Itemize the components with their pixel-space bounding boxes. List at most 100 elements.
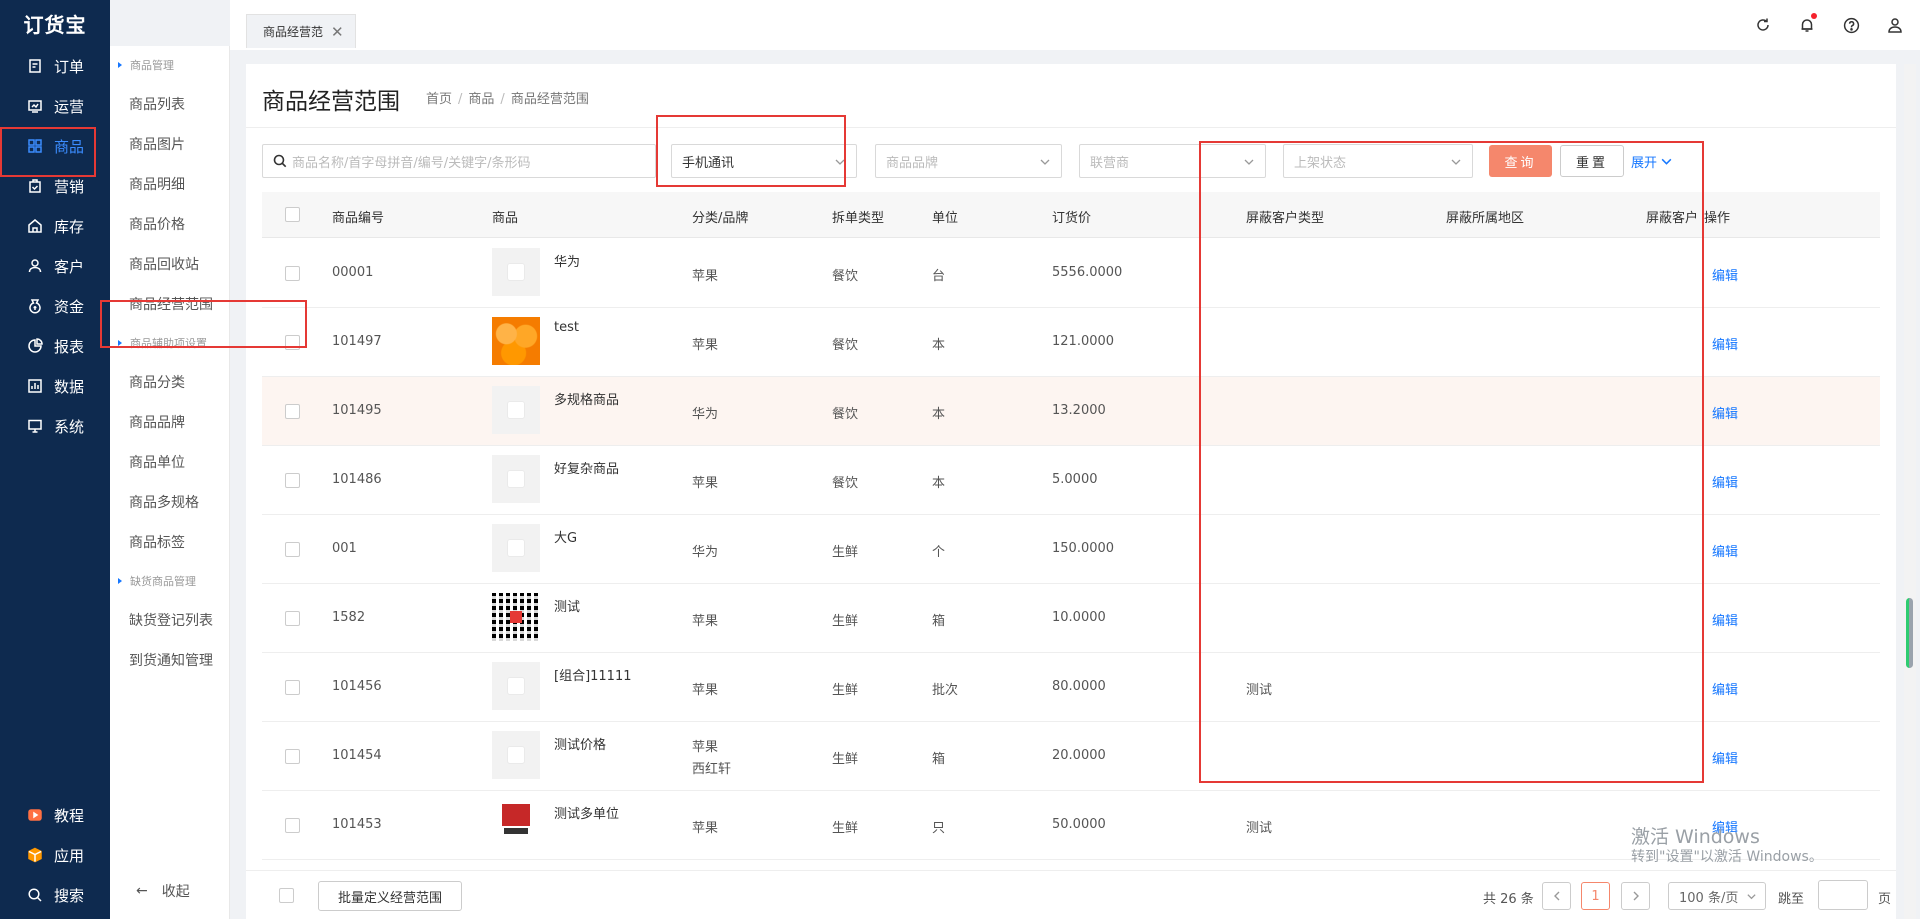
order-price: 13.2000 (1052, 403, 1106, 418)
order-price: 121.0000 (1052, 334, 1115, 349)
supplier-select[interactable]: 联营商 (1079, 144, 1266, 178)
batch-define-scope-button[interactable]: 批量定义经营范围 (318, 881, 462, 911)
page-size-value: 100 条/页 (1679, 890, 1739, 906)
user-account-icon[interactable] (1884, 14, 1906, 36)
order-price: 5556.0000 (1052, 265, 1123, 280)
page-1-button[interactable]: 1 (1581, 882, 1610, 910)
brand-select[interactable]: 商品品牌 (875, 144, 1062, 178)
submenu-item[interactable]: 商品明细 (110, 164, 229, 204)
nav-item-label: 订单 (54, 57, 85, 76)
edit-link[interactable]: 编辑 (1712, 679, 1738, 698)
submenu-item[interactable]: 商品列表 (110, 84, 229, 124)
submenu-item[interactable]: 商品多规格 (110, 482, 229, 522)
split-type: 餐饮 (832, 407, 859, 422)
status-select-placeholder: 上架状态 (1294, 155, 1347, 171)
submenu-item[interactable]: 商品图片 (110, 124, 229, 164)
submenu-item[interactable]: 商品分类 (110, 362, 229, 402)
nav-item-bottom-2[interactable]: 搜索 (0, 875, 110, 915)
category-select[interactable]: 手机通讯 (671, 144, 857, 178)
footer-select-all-checkbox[interactable] (279, 888, 294, 903)
unit: 本 (932, 407, 946, 422)
nav-item-6[interactable]: 资金 (0, 286, 110, 326)
bell-icon[interactable] (1796, 13, 1818, 36)
col-header-block-customer: 屏蔽客户 (1646, 211, 1699, 226)
nav-item-4[interactable]: 库存 (0, 206, 110, 246)
submenu-item[interactable]: 商品品牌 (110, 402, 229, 442)
expand-label: 展开 (1631, 156, 1658, 171)
help-icon[interactable] (1840, 14, 1862, 36)
breadcrumb-product[interactable]: 商品 (468, 92, 494, 107)
collapse-button[interactable]: ← 收起 (136, 881, 190, 901)
nav-item-7[interactable]: 报表 (0, 326, 110, 366)
tab-product-scope[interactable]: 商品经营范 ✕ (246, 14, 356, 48)
search-placeholder: 商品名称/首字母拼音/编号/关键字/条形码 (292, 155, 531, 171)
breadcrumb: 首页 / 商品 / 商品经营范围 (426, 92, 589, 107)
edit-link[interactable]: 编辑 (1712, 472, 1738, 491)
jump-page-input[interactable] (1818, 880, 1868, 910)
chevron-down-icon (1661, 158, 1672, 165)
expand-button[interactable]: 展开 (1631, 152, 1673, 171)
submenu-item[interactable]: 到货通知管理 (110, 640, 229, 680)
nav-item-5[interactable]: 客户 (0, 246, 110, 286)
col-header-category-brand: 分类/品牌 (692, 211, 749, 226)
submenu-item[interactable]: 缺货登记列表 (110, 600, 229, 640)
product-name: test (554, 320, 579, 335)
submenu-item[interactable]: 商品经营范围 (110, 284, 229, 324)
nav-item-1[interactable]: 运营 (0, 86, 110, 126)
edit-link[interactable]: 编辑 (1712, 748, 1738, 767)
product-code: 101454 (332, 748, 382, 763)
row-checkbox[interactable] (285, 611, 300, 626)
submenu-item[interactable]: 商品标签 (110, 522, 229, 562)
col-header-split-type: 拆单类型 (832, 211, 885, 226)
order-price: 5.0000 (1052, 472, 1098, 487)
edit-link[interactable]: 编辑 (1712, 265, 1738, 284)
nav-item-8[interactable]: 数据 (0, 366, 110, 406)
nav-item-3[interactable]: 营销 (0, 166, 110, 206)
product-code: 101495 (332, 403, 382, 418)
row-checkbox[interactable] (285, 749, 300, 764)
prev-page-button[interactable] (1542, 882, 1571, 910)
split-type: 餐饮 (832, 269, 859, 284)
breadcrumb-home[interactable]: 首页 (426, 92, 452, 107)
edit-link[interactable]: 编辑 (1712, 403, 1738, 422)
tab-close-icon[interactable]: ✕ (331, 23, 344, 41)
search-input[interactable]: 商品名称/首字母拼音/编号/关键字/条形码 (262, 144, 656, 178)
col-header-code: 商品编号 (332, 211, 385, 226)
reset-button[interactable]: 重置 (1560, 145, 1624, 177)
submenu-item[interactable]: 商品回收站 (110, 244, 229, 284)
nav-item-bottom-0[interactable]: 教程 (0, 795, 110, 835)
submenu-item[interactable]: 商品价格 (110, 204, 229, 244)
submenu-item[interactable]: 商品单位 (110, 442, 229, 482)
collapse-arrow-icon: ← (136, 883, 148, 899)
row-checkbox[interactable] (285, 266, 300, 281)
nav-item-label: 商品 (54, 137, 85, 156)
product-brand: 苹果 (692, 338, 719, 353)
product-thumbnail (492, 455, 540, 503)
query-button[interactable]: 查询 (1489, 145, 1552, 177)
page-scrollbar[interactable] (1904, 64, 1916, 919)
nav-item-bottom-1[interactable]: 应用 (0, 835, 110, 875)
row-checkbox[interactable] (285, 818, 300, 833)
scrollbar-thumb[interactable] (1906, 598, 1913, 668)
next-page-button[interactable] (1621, 882, 1650, 910)
row-checkbox[interactable] (285, 404, 300, 419)
nav-item-2[interactable]: 商品 (0, 126, 110, 166)
nav-item-0[interactable]: 订单 (0, 46, 110, 86)
refresh-icon[interactable] (1752, 14, 1774, 36)
edit-link[interactable]: 编辑 (1712, 610, 1738, 629)
row-checkbox[interactable] (285, 473, 300, 488)
nav-item-9[interactable]: 系统 (0, 406, 110, 446)
row-checkbox[interactable] (285, 542, 300, 557)
page-size-select[interactable]: 100 条/页 (1668, 882, 1766, 910)
product-name: [组合]11111 (554, 669, 632, 684)
select-all-checkbox[interactable] (285, 207, 300, 222)
cube-icon (26, 846, 44, 864)
row-checkbox[interactable] (285, 680, 300, 695)
edit-link[interactable]: 编辑 (1712, 541, 1738, 560)
product-submenu: 商品管理 商品列表 商品图片 商品明细 商品价格 商品回收站 商品经营范围 商品辅助项设置… (110, 46, 230, 919)
row-checkbox[interactable] (285, 335, 300, 350)
chevron-down-icon (1244, 159, 1254, 165)
status-select[interactable]: 上架状态 (1283, 144, 1473, 178)
main-content: 商品经营范围 首页 / 商品 / 商品经营范围 商品名称/首字母拼音/编号/关键字/条形… (246, 64, 1896, 919)
edit-link[interactable]: 编辑 (1712, 334, 1738, 353)
